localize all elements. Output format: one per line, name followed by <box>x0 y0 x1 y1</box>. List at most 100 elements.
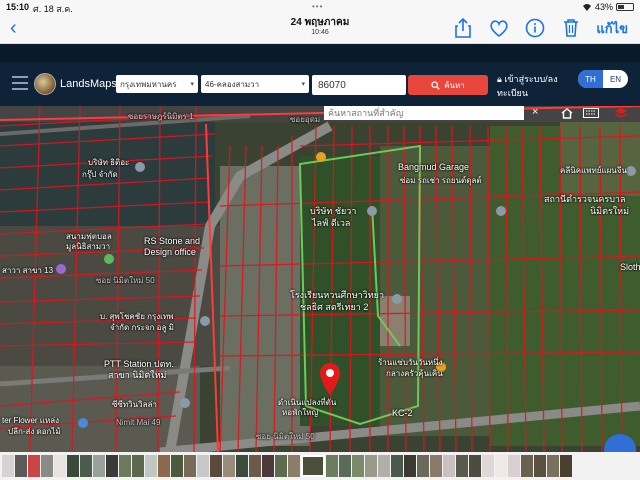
shop-poi-icon[interactable] <box>56 264 66 274</box>
photo-thumbnail[interactable] <box>391 455 403 477</box>
status-right: 43% <box>582 2 634 12</box>
search-icon <box>431 80 440 90</box>
layers-icon[interactable] <box>610 106 632 120</box>
photo-thumbnail[interactable] <box>275 455 287 477</box>
photo-thumbnail[interactable] <box>80 455 92 477</box>
photo-thumbnail[interactable] <box>223 455 235 477</box>
map-label: ไลฟ์ ดีเวล <box>312 218 351 228</box>
province-value: กรุงเทพมหานคร <box>120 79 177 89</box>
photo-thumbnail[interactable] <box>67 455 79 477</box>
map-label: กลางครัวคุ้นเคิน <box>386 369 443 378</box>
photo-thumbnail[interactable] <box>443 455 455 477</box>
lang-en[interactable]: EN <box>603 70 628 88</box>
photo-thumbnail[interactable] <box>365 455 377 477</box>
photo-thumbnail[interactable] <box>54 455 66 477</box>
photo-filmstrip[interactable] <box>0 452 640 480</box>
building-poi-icon[interactable] <box>180 398 190 408</box>
photo-thumbnail[interactable] <box>456 455 468 477</box>
photo-thumbnail[interactable] <box>378 455 390 477</box>
school-poi-icon[interactable] <box>392 294 402 304</box>
map-label: ปลีก-ส่ง ดอกไม้ <box>8 427 61 436</box>
lang-th[interactable]: TH <box>578 70 603 88</box>
photo-thumbnail[interactable] <box>171 455 183 477</box>
police-poi-icon[interactable] <box>626 166 636 176</box>
photo-thumbnail[interactable] <box>482 455 494 477</box>
photo-thumbnail[interactable] <box>119 455 131 477</box>
photo-thumbnail[interactable] <box>417 455 429 477</box>
photo-thumbnail[interactable] <box>93 455 105 477</box>
share-icon[interactable] <box>452 17 474 39</box>
map-label: ชลธิศ สตรีเทยา 2 <box>300 302 369 312</box>
location-pin-icon[interactable] <box>318 362 342 396</box>
photo-thumbnail[interactable] <box>495 455 507 477</box>
multitask-grabber[interactable]: ••• <box>312 2 323 11</box>
photo-thumbnail[interactable] <box>184 455 196 477</box>
photo-thumbnail[interactable] <box>210 455 222 477</box>
map-label: Bangmud Garage <box>398 162 470 172</box>
lock-icon: 🔒︎ <box>497 74 502 84</box>
edit-button[interactable]: แก้ไข <box>596 18 628 39</box>
map-label: สาวา สาขา 13 <box>2 266 54 275</box>
company-poi-icon[interactable] <box>367 206 377 216</box>
company-poi-icon[interactable] <box>200 316 210 326</box>
photo-thumbnail[interactable] <box>534 455 546 477</box>
photo-thumbnail[interactable] <box>262 455 274 477</box>
map-label: ซีซีทวินวิลล่า <box>112 400 157 409</box>
chevron-down-icon: ▾ <box>190 81 194 88</box>
satellite-map[interactable]: × ซอยราษฎร์นิมิตร 1 ซอยอุดม บริษัท ธิติอ… <box>0 106 640 452</box>
park-poi-icon[interactable] <box>104 254 114 264</box>
photo-thumbnail[interactable] <box>249 455 261 477</box>
menu-icon[interactable] <box>12 76 28 90</box>
restaurant-poi-icon[interactable] <box>316 152 326 162</box>
company-poi-icon[interactable] <box>135 162 145 172</box>
map-label: ซอยราษฎร์นิมิตร 1 <box>128 112 194 121</box>
photo-thumbnail[interactable] <box>430 455 442 477</box>
parcel-number-input[interactable] <box>312 75 406 95</box>
photo-thumbnail[interactable] <box>339 455 351 477</box>
login-link[interactable]: 🔒︎ เข้าสู่ระบบ/ลงทะเบียน <box>497 72 573 100</box>
photo-thumbnail[interactable] <box>547 455 559 477</box>
photo-thumbnail[interactable] <box>236 455 248 477</box>
photo-viewer-toolbar: ‹ 24 พฤษภาคม 10:46 แก้ไข <box>0 14 640 44</box>
photo-thumbnail[interactable] <box>326 455 338 477</box>
photo-thumbnail[interactable] <box>508 455 520 477</box>
photo-thumbnail[interactable] <box>288 455 300 477</box>
company-poi-icon[interactable] <box>496 206 506 216</box>
photo-thumbnail[interactable] <box>404 455 416 477</box>
info-icon[interactable] <box>524 17 546 39</box>
map-label: KC-2 <box>392 408 413 418</box>
photo-thumbnail[interactable] <box>15 455 27 477</box>
map-label: นิมิตรใหม่ <box>590 206 630 216</box>
home-icon[interactable] <box>556 106 578 120</box>
trash-icon[interactable] <box>560 17 582 39</box>
photo-thumbnail[interactable] <box>469 455 481 477</box>
photo-thumbnail[interactable] <box>560 455 572 477</box>
viewer-actions: แก้ไข <box>452 17 628 39</box>
photo-thumbnail[interactable] <box>132 455 144 477</box>
photo-thumbnail[interactable] <box>106 455 118 477</box>
map-label: Nimit Mai 49 <box>116 418 161 427</box>
search-button[interactable]: ค้นหา <box>408 75 488 95</box>
brand-name: LandsMaps <box>60 78 117 90</box>
photo-thumbnail-current[interactable] <box>301 455 325 477</box>
province-select[interactable]: กรุงเทพมหานคร ▾ <box>116 75 198 93</box>
search-button-label: ค้นหา <box>444 80 465 90</box>
photo-thumbnail[interactable] <box>352 455 364 477</box>
shop-poi-icon[interactable] <box>78 418 88 428</box>
photo-thumbnail[interactable] <box>2 455 14 477</box>
close-icon[interactable]: × <box>532 106 538 118</box>
map-label: ซอย นิมิตใหม่ 50 <box>96 276 155 285</box>
photo-thumbnail[interactable] <box>197 455 209 477</box>
photo-top-margin <box>0 44 640 62</box>
district-select[interactable]: 46-คลองสามวา ▾ <box>201 75 309 93</box>
dol-logo <box>34 73 56 95</box>
photo-thumbnail[interactable] <box>158 455 170 477</box>
photo-thumbnail[interactable] <box>28 455 40 477</box>
keyboard-icon[interactable] <box>580 106 602 120</box>
place-search-input[interactable] <box>324 106 524 120</box>
photo-thumbnail[interactable] <box>41 455 53 477</box>
heart-icon[interactable] <box>488 17 510 39</box>
language-toggle[interactable]: TH EN <box>578 70 628 88</box>
photo-thumbnail[interactable] <box>145 455 157 477</box>
photo-thumbnail[interactable] <box>521 455 533 477</box>
